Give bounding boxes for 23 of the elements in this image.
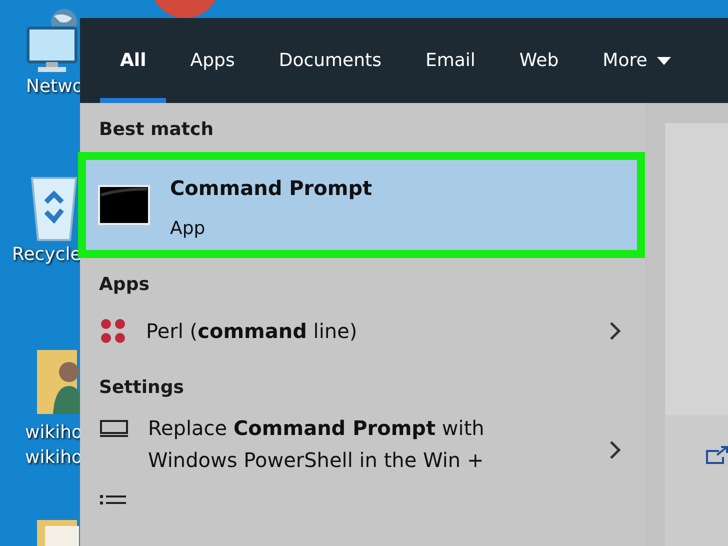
tab[interactable]: Documents [258,18,402,103]
section-header: Best match [98,118,215,142]
tab[interactable]: Email [405,18,496,103]
result-title: Perl (command line) [146,318,358,345]
tab[interactable]: Web [499,18,579,103]
tab[interactable]: More [582,18,692,103]
search-result[interactable]: Perl (command line) [80,307,645,355]
search-result[interactable]: Replace Command Prompt with Windows PowerShell in the Win + [80,410,645,488]
result-subtitle: App [170,218,206,238]
section-header: Apps [98,273,150,297]
search-result[interactable]: Command Prompt App [78,152,645,258]
computer-icon[interactable] [26,8,78,74]
tab[interactable]: Apps [170,18,255,103]
tab[interactable]: All [100,18,166,103]
section-header: Settings [98,376,185,400]
terminal-icon [98,185,150,225]
dots-icon [100,318,126,344]
result-title: Replace Command Prompt with Windows PowerShell in the Win + [148,415,486,474]
display-icon [100,420,128,438]
icon-label: wikiho [25,421,83,445]
open-icon[interactable] [705,445,728,465]
icon-label: wikiho [25,446,83,470]
result-title: Command Prompt [170,174,374,202]
